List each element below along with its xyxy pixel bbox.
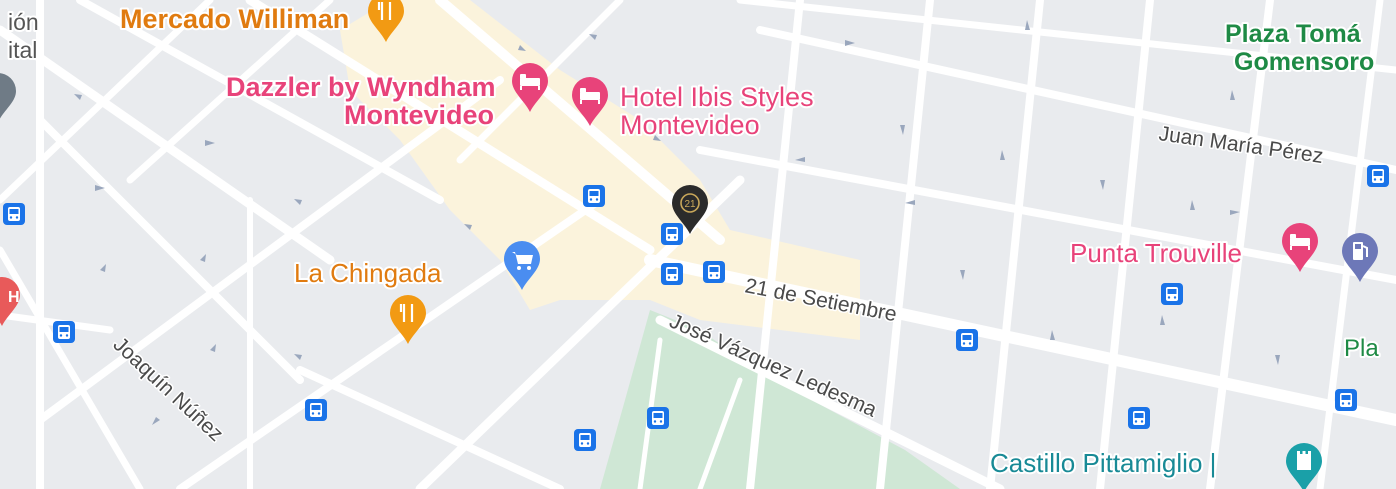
bus-icon[interactable]	[583, 185, 605, 207]
tower-icon	[1297, 451, 1311, 470]
map-view[interactable]: 21 H Mercado Williman Dazzler by Wyndham…	[0, 0, 1396, 489]
bus-icon[interactable]	[956, 329, 978, 351]
bus-icon[interactable]	[661, 263, 683, 285]
park-label-plaza-tomas-line2[interactable]: Gomensoro	[1232, 46, 1376, 78]
bus-icon[interactable]	[3, 203, 25, 225]
poi-label-ibis-line1[interactable]: Hotel Ibis Styles	[618, 80, 816, 114]
bus-icon[interactable]	[1128, 407, 1150, 429]
bus-icon[interactable]	[1367, 165, 1389, 187]
bus-icon[interactable]	[703, 261, 725, 283]
poi-label-cut-left-line1: ión	[8, 9, 39, 35]
bus-icon[interactable]	[305, 399, 327, 421]
poi-label-la-chingada[interactable]: La Chingada	[292, 256, 444, 290]
poi-label-dazzler-line1[interactable]: Dazzler by Wyndham	[224, 70, 498, 104]
century21-icon-label: 21	[684, 199, 696, 210]
bus-icon[interactable]	[647, 407, 669, 429]
bus-icon[interactable]	[574, 429, 596, 451]
poi-label-castillo[interactable]: Castillo Pittamiglio |	[988, 446, 1218, 480]
poi-label-ibis-line2[interactable]: Montevideo	[618, 108, 762, 142]
poi-label-punta-trouville[interactable]: Punta Trouville	[1068, 236, 1244, 270]
park-label-plaza-tomas-line1[interactable]: Plaza Tomá	[1223, 18, 1363, 50]
svg-text:H: H	[8, 289, 20, 306]
park-label-cut-right: Pla	[1344, 335, 1379, 362]
poi-label-mercado-williman[interactable]: Mercado Williman	[118, 2, 351, 36]
bus-icon[interactable]	[661, 223, 683, 245]
bus-icon[interactable]	[1335, 389, 1357, 411]
poi-label-cut-left-line2: ital	[8, 37, 37, 63]
bus-icon[interactable]	[1161, 283, 1183, 305]
map-canvas[interactable]: 21 H Mercado Williman Dazzler by Wyndham…	[0, 0, 1396, 489]
poi-label-dazzler-line2[interactable]: Montevideo	[342, 98, 496, 132]
bus-icon[interactable]	[53, 321, 75, 343]
